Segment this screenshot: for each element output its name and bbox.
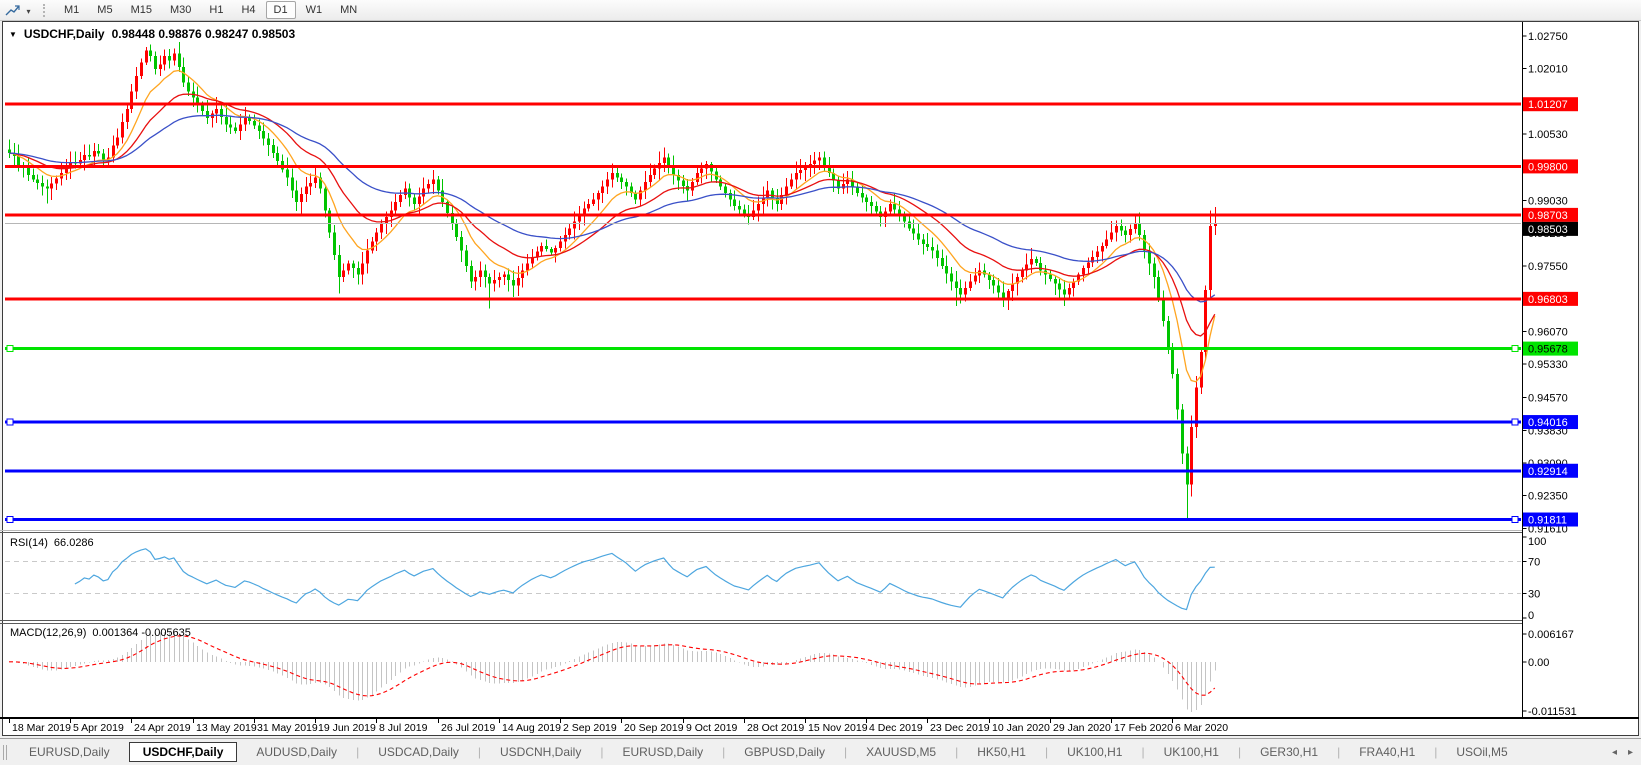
tab-uk100-h1[interactable]: UK100,H1 — [1054, 742, 1135, 762]
timeframe-button-m15[interactable]: M15 — [123, 1, 160, 19]
timeframe-toolbar: ▾ M1M5M15M30H1H4D1W1MN — [0, 0, 1641, 21]
tab-eurusd-daily[interactable]: EURUSD,Daily — [16, 742, 123, 762]
tab-separator: | — [955, 745, 958, 759]
tab-xauusd-m5[interactable]: XAUUSD,M5 — [853, 742, 949, 762]
tool-dropdown-caret-icon[interactable]: ▾ — [23, 5, 34, 16]
chart-window[interactable] — [2, 21, 1639, 736]
macd-values: 0.001364 -0.005635 — [92, 627, 190, 639]
tab-scroll-left-icon[interactable]: ◂ — [1612, 747, 1617, 758]
timeframe-button-w1[interactable]: W1 — [298, 1, 331, 19]
timeframe-button-m1[interactable]: M1 — [56, 1, 87, 19]
mt4-terminal: 1.027501.020101.005300.990300.982900.975… — [0, 0, 1641, 765]
tab-ger30-h1[interactable]: GER30,H1 — [1247, 742, 1331, 762]
rsi-value: 66.0286 — [54, 537, 94, 549]
rsi-name: RSI(14) — [10, 537, 48, 549]
chart-ohlc-values: 0.98448 0.98876 0.98247 0.98503 — [112, 27, 296, 41]
tab-separator: | — [356, 745, 359, 759]
tab-gbpusd-daily[interactable]: GBPUSD,Daily — [731, 742, 838, 762]
tab-separator: | — [1141, 745, 1144, 759]
tab-scroll-controls: ◂ ▸ — [1612, 747, 1633, 758]
tab-bar-tabs: EURUSD,Daily USDCHF,DailyAUDUSD,Daily | USD… — [16, 742, 1521, 762]
rsi-indicator-label: RSI(14) 66.0286 — [10, 537, 94, 549]
timeframe-button-mn[interactable]: MN — [332, 1, 365, 19]
tab-usoil-m5[interactable]: USOil,M5 — [1443, 742, 1520, 762]
tab-usdcnh-daily[interactable]: USDCNH,Daily — [487, 742, 594, 762]
tab-audusd-daily[interactable]: AUDUSD,Daily — [243, 742, 350, 762]
tab-separator: | — [1434, 745, 1437, 759]
line-studies-icon[interactable] — [3, 1, 23, 19]
tab-eurusd-daily[interactable]: EURUSD,Daily — [609, 742, 716, 762]
toolbar-grip — [43, 4, 48, 17]
timeframe-button-d1[interactable]: D1 — [266, 1, 296, 19]
chart-legend: ▼ USDCHF,Daily 0.98448 0.98876 0.98247 0… — [9, 27, 295, 41]
tab-uk100-h1[interactable]: UK100,H1 — [1151, 742, 1232, 762]
tab-usdchf-daily[interactable]: USDCHF,Daily — [129, 742, 238, 762]
tab-hk50-h1[interactable]: HK50,H1 — [964, 742, 1039, 762]
tab-separator: | — [1337, 745, 1340, 759]
tab-separator: | — [478, 745, 481, 759]
tab-separator: | — [1045, 745, 1048, 759]
tab-separator: | — [844, 745, 847, 759]
timeframe-button-h1[interactable]: H1 — [201, 1, 231, 19]
chart-tab-bar: EURUSD,Daily USDCHF,DailyAUDUSD,Daily | USD… — [0, 738, 1641, 765]
collapse-chart-icon[interactable]: ▼ — [9, 29, 17, 39]
tabbar-grip — [3, 745, 7, 760]
tab-separator: | — [1238, 745, 1241, 759]
tab-separator: | — [722, 745, 725, 759]
macd-name: MACD(12,26,9) — [10, 627, 86, 639]
chart-symbol-period: USDCHF,Daily — [24, 27, 105, 41]
tab-scroll-right-icon[interactable]: ▸ — [1628, 747, 1633, 758]
tab-fra40-h1[interactable]: FRA40,H1 — [1346, 742, 1428, 762]
timeframe-buttons: M1M5M15M30H1H4D1W1MN — [55, 0, 366, 21]
macd-indicator-label: MACD(12,26,9) 0.001364 -0.005635 — [10, 627, 191, 639]
timeframe-button-m30[interactable]: M30 — [162, 1, 199, 19]
tab-separator: | — [600, 745, 603, 759]
timeframe-button-h4[interactable]: H4 — [233, 1, 263, 19]
timeframe-button-m5[interactable]: M5 — [89, 1, 120, 19]
tab-usdcad-daily[interactable]: USDCAD,Daily — [365, 742, 472, 762]
